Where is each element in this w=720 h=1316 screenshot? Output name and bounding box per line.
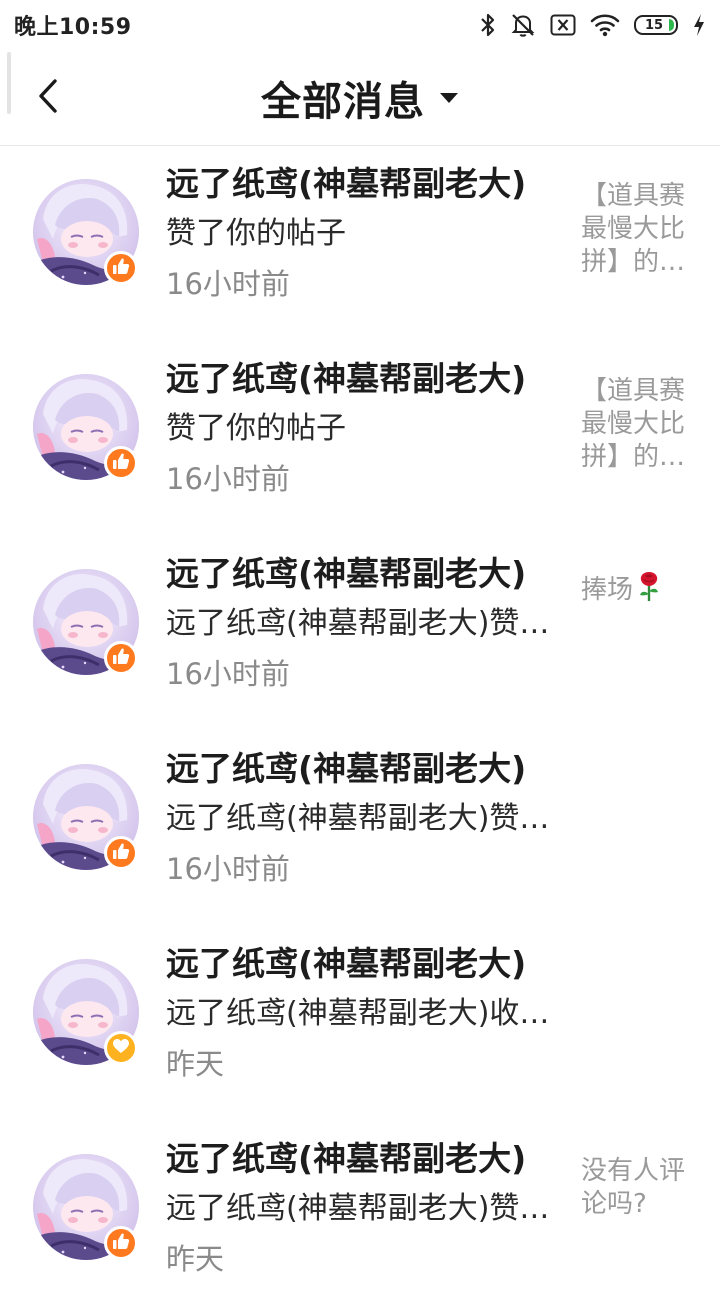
message-item[interactable]: 远了纸鸢(神墓帮副老大) 远了纸鸢(神墓帮副老大)赞了你的评论 16小时前 捧场 [0,536,720,731]
message-list: 远了纸鸢(神墓帮副老大) 赞了你的帖子 16小时前 【道具赛最慢大比拼】的帖子 [0,146,720,1316]
message-item[interactable]: 远了纸鸢(神墓帮副老大) 远了纸鸢(神墓帮副老大)赞了你的评论 昨天 没有人评论… [0,1121,720,1316]
status-bar: 晚上10:59 15 [0,0,720,50]
message-item[interactable]: 远了纸鸢(神墓帮副老大) 远了纸鸢(神墓帮副老大)收藏了你的帖子 昨天 [0,926,720,1121]
message-time: 昨天 [166,1242,225,1276]
battery-level: 15 [644,17,664,33]
back-button[interactable] [24,72,72,124]
sim-off-icon [550,14,576,36]
message-action: 远了纸鸢(神墓帮副老大)赞了你的评论 [166,1191,556,1226]
like-badge [104,446,138,480]
battery-icon: 15 [634,15,678,35]
mute-bell-icon [510,12,536,38]
post-preview[interactable]: 【道具赛最慢大比拼】的帖子 [581,375,691,474]
like-icon [112,257,130,279]
sender-name: 远了纸鸢(神墓帮副老大) [166,359,527,398]
message-action: 远了纸鸢(神墓帮副老大)赞了你的评论 [166,801,556,836]
caret-down-icon [439,89,459,108]
message-action: 远了纸鸢(神墓帮副老大)收藏了你的帖子 [166,996,556,1031]
comment-preview-text: 捧场 [581,575,634,605]
message-action: 赞了你的帖子 [166,411,346,446]
page-title: 全部消息 [261,79,425,125]
title-bar: 全部消息 [0,50,720,146]
charging-icon [692,13,706,37]
comment-preview[interactable]: 捧场 [581,570,701,611]
like-icon [112,1232,130,1254]
sender-name: 远了纸鸢(神墓帮副老大) [166,749,527,788]
like-badge [104,641,138,675]
sender-name: 远了纸鸢(神墓帮副老大) [166,554,527,593]
message-time: 16小时前 [166,267,290,301]
comment-preview[interactable]: 没有人评论吗? [581,1155,691,1221]
message-time: 16小时前 [166,852,290,886]
like-icon [112,647,130,669]
status-time: 晚上10:59 [14,15,132,40]
like-icon [112,842,130,864]
battery-fill [669,19,674,31]
title-wrap: 全部消息 [0,50,720,146]
wifi-icon [590,13,620,37]
rose-icon [637,570,661,611]
edge-handle [7,52,11,114]
like-badge [104,836,138,870]
message-action: 远了纸鸢(神墓帮副老大)赞了你的评论 [166,606,556,641]
sender-name: 远了纸鸢(神墓帮副老大) [166,944,527,983]
message-time: 16小时前 [166,657,290,691]
message-action: 赞了你的帖子 [166,216,346,251]
like-badge [104,251,138,285]
heart-badge [104,1031,138,1065]
like-badge [104,1226,138,1260]
message-time: 昨天 [166,1047,225,1081]
like-icon [112,452,130,474]
status-icons: 15 [480,12,706,38]
sender-name: 远了纸鸢(神墓帮副老大) [166,1139,527,1178]
back-arrow-icon [36,78,60,118]
post-preview[interactable]: 【道具赛最慢大比拼】的帖子 [581,180,691,279]
message-time: 16小时前 [166,462,290,496]
message-item[interactable]: 远了纸鸢(神墓帮副老大) 赞了你的帖子 16小时前 【道具赛最慢大比拼】的帖子 [0,341,720,536]
message-item[interactable]: 远了纸鸢(神墓帮副老大) 远了纸鸢(神墓帮副老大)赞了你的评论 16小时前 [0,731,720,926]
message-item[interactable]: 远了纸鸢(神墓帮副老大) 赞了你的帖子 16小时前 【道具赛最慢大比拼】的帖子 [0,146,720,341]
heart-icon [112,1038,130,1058]
sender-name: 远了纸鸢(神墓帮副老大) [166,164,527,203]
message-filter-dropdown[interactable]: 全部消息 [261,69,459,127]
bluetooth-icon [480,12,496,38]
